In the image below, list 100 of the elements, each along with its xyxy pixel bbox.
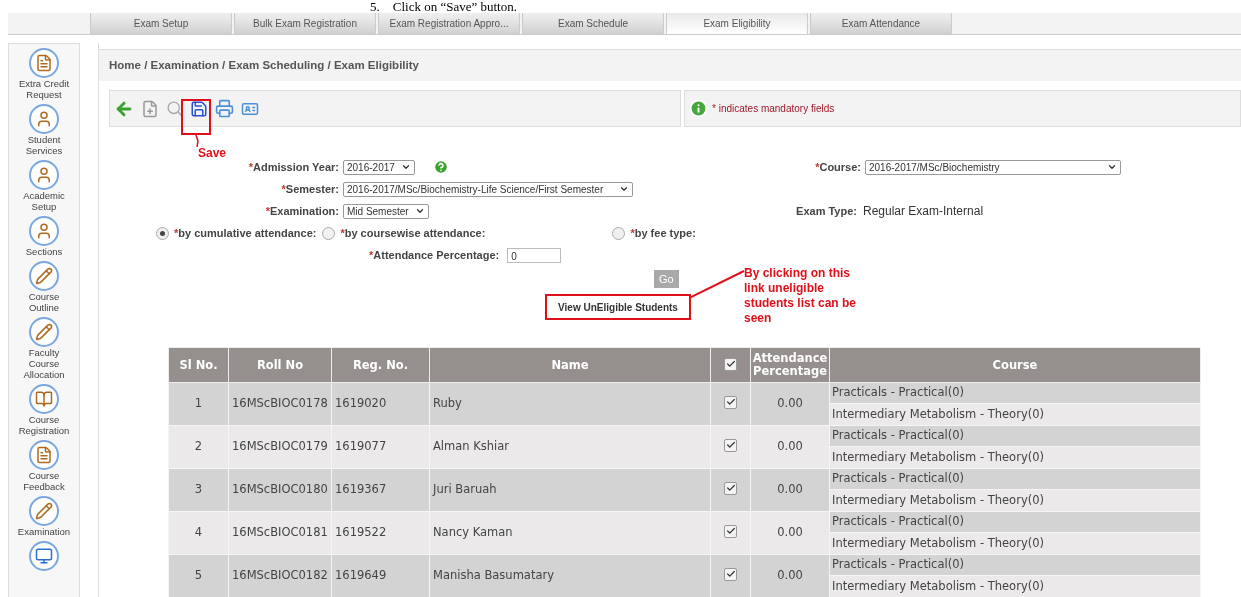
table-cell: 5 — [168, 554, 229, 597]
course-entry: Intermediary Metabolism - Theory(0) — [830, 533, 1200, 554]
radio-button[interactable] — [322, 226, 336, 240]
checkbox[interactable] — [724, 395, 737, 409]
tab[interactable]: Bulk Exam Registration — [234, 13, 376, 34]
column-header: Attendance Percentage — [750, 347, 830, 383]
input-field[interactable]: 0 — [507, 247, 562, 263]
tab[interactable]: Exam Registration Appro... — [378, 13, 520, 34]
checkbox[interactable] — [724, 481, 737, 495]
select-field[interactable]: 2016-2017/MSc/Biochemistry — [865, 159, 1121, 175]
course-entry: Intermediary Metabolism - Theory(0) — [830, 404, 1200, 425]
checkbox[interactable] — [724, 357, 737, 371]
table-cell: 1 — [168, 382, 229, 426]
field-label: *Semester: — [281, 181, 339, 197]
table-cell: Ruby — [429, 382, 711, 426]
person-icon[interactable] — [29, 160, 59, 190]
books-icon[interactable] — [29, 384, 59, 414]
field-label: *Course: — [815, 159, 861, 175]
select-field[interactable]: Mid Semester — [343, 203, 429, 219]
course-entry: Practicals - Practical(0) — [830, 469, 1200, 490]
sidebar-item[interactable]: Sections — [13, 246, 75, 257]
select-field[interactable]: 2016-2017 — [343, 159, 415, 175]
mandatory-note: * indicates mandatory fields — [712, 102, 835, 116]
table-cell: 1619522 — [331, 511, 430, 555]
sidebar-item[interactable]: Student Services — [13, 134, 75, 156]
pencil-icon[interactable] — [29, 261, 59, 291]
table-cell: Nancy Kaman — [429, 511, 711, 555]
table-cell: 16MScBIOC0178 — [228, 382, 332, 426]
select-field[interactable]: 2016-2017/MSc/Biochemistry-Life Science/First Semester — [343, 181, 633, 197]
column-header: Roll No — [228, 347, 332, 383]
tab[interactable]: Exam Attendance — [810, 13, 952, 34]
course-entry: Intermediary Metabolism - Theory(0) — [830, 490, 1200, 511]
table-cell: 1619077 — [331, 425, 430, 469]
sidebar-item[interactable]: Course Feedback — [13, 470, 75, 492]
caret-icon — [619, 184, 629, 194]
column-header: Sl No. — [168, 347, 229, 383]
field-label: Exam Type: — [796, 203, 857, 219]
add-document-icon[interactable] — [141, 99, 159, 118]
table-cell: 16MScBIOC0180 — [228, 468, 332, 512]
column-header: Name — [429, 347, 711, 383]
radio-button[interactable] — [612, 226, 626, 240]
save-highlight — [181, 99, 211, 135]
annotation-note: By clicking on this link uneligible students list can be seen — [744, 266, 858, 326]
column-header: Reg. No. — [331, 347, 430, 383]
table-cell: 16MScBIOC0181 — [228, 511, 332, 555]
document-icon[interactable] — [29, 440, 59, 470]
table-cell: 1619020 — [331, 382, 430, 426]
save-icon[interactable] — [190, 99, 208, 118]
course-entry: Practicals - Practical(0) — [830, 555, 1200, 576]
exam-type-value: Regular Exam-Internal — [863, 203, 984, 220]
sidebar-item[interactable]: Extra Credit Request — [13, 78, 75, 100]
sidebar-item[interactable]: Examination — [13, 526, 75, 537]
field-label: *Examination: — [265, 203, 339, 219]
checkbox[interactable] — [724, 567, 737, 581]
table-cell: 4 — [168, 511, 229, 555]
pencil-icon[interactable] — [29, 496, 59, 526]
table-cell: Alman Kshiar — [429, 425, 711, 469]
column-header: Course — [829, 347, 1201, 383]
table-cell: 2 — [168, 425, 229, 469]
person-icon[interactable] — [29, 104, 59, 134]
monitor-icon[interactable] — [29, 541, 59, 571]
course-entry: Practicals - Practical(0) — [830, 383, 1200, 404]
search-icon[interactable] — [166, 100, 183, 117]
table-cell: 1619367 — [331, 468, 430, 512]
checkbox[interactable] — [724, 524, 737, 538]
caret-icon — [1107, 162, 1117, 172]
table-cell: 0.00 — [750, 468, 830, 512]
radio-button[interactable] — [156, 226, 169, 240]
radio-label: *by coursewise attendance: — [340, 225, 486, 241]
breadcrumb: Home / Examination / Exam Scheduling / Exam Eligibility — [109, 57, 419, 73]
caret-icon — [401, 162, 411, 172]
course-entry: Intermediary Metabolism - Theory(0) — [830, 447, 1200, 468]
pencil-icon[interactable] — [29, 317, 59, 347]
field-label: *Admission Year: — [248, 159, 339, 175]
table-cell: Juri Baruah — [429, 468, 711, 512]
caret-icon — [415, 206, 425, 216]
annotation-label: Save — [198, 145, 227, 162]
table-cell: 0.00 — [750, 382, 830, 426]
leader-line — [195, 135, 201, 147]
radio-label: *by fee type: — [630, 225, 696, 241]
sidebar-item[interactable]: Course Registration — [13, 414, 75, 436]
document-icon[interactable] — [29, 48, 59, 78]
table-cell: 0.00 — [750, 425, 830, 469]
help-icon[interactable] — [433, 159, 449, 175]
sidebar-item[interactable]: Course Outline — [13, 291, 75, 313]
printer-icon[interactable] — [215, 99, 234, 118]
radio-label: *by cumulative attendance: — [174, 225, 317, 241]
sidebar-item[interactable]: Faculty Course Allocation — [13, 347, 75, 380]
table-cell: 16MScBIOC0179 — [228, 425, 332, 469]
tab[interactable]: Exam Setup — [90, 13, 232, 34]
course-entry: Practicals - Practical(0) — [830, 512, 1200, 533]
tab[interactable]: Exam Eligibility — [666, 13, 808, 34]
instruction-text: 5. Click on “Save” button. — [369, 0, 518, 13]
checkbox[interactable] — [724, 438, 737, 452]
person-icon[interactable] — [29, 216, 59, 246]
course-entry: Practicals - Practical(0) — [830, 426, 1200, 447]
info-icon — [689, 99, 708, 118]
sidebar-item[interactable]: Academic Setup — [13, 190, 75, 212]
table-cell: 3 — [168, 468, 229, 512]
tab[interactable]: Exam Schedule — [522, 13, 664, 34]
